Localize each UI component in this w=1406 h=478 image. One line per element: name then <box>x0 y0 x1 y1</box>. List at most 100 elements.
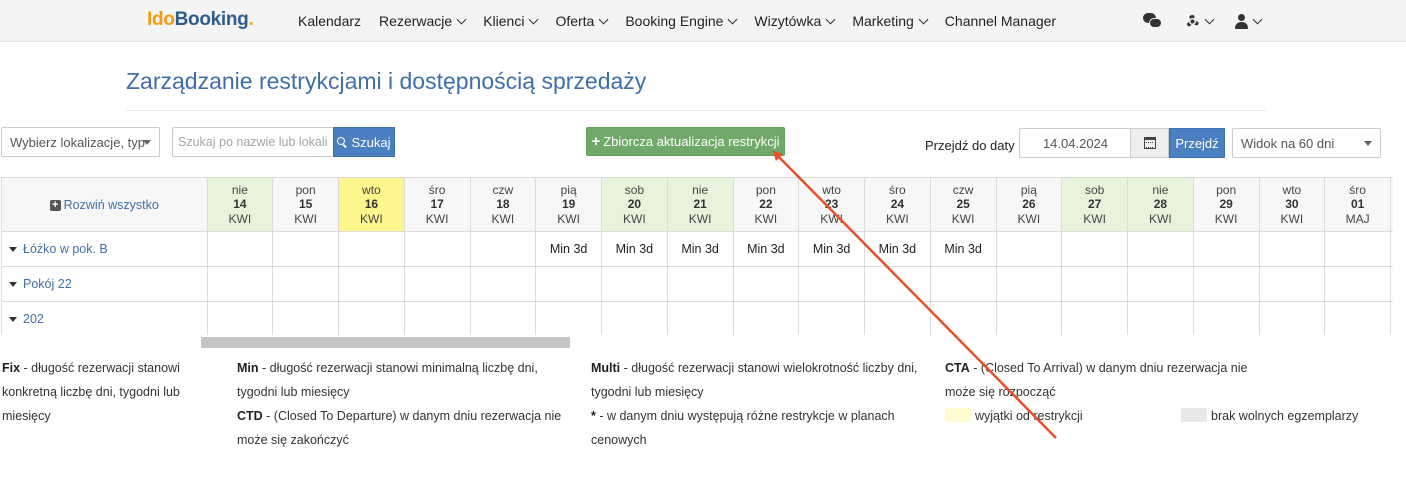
search-input[interactable] <box>172 127 332 157</box>
restriction-cell[interactable] <box>272 266 339 302</box>
restriction-cell[interactable]: Min 3d <box>864 231 931 267</box>
bulk-restriction-update-button[interactable]: + Zbiorcza aktualizacja restrykcji <box>586 127 785 156</box>
restriction-cell[interactable]: Min 3d <box>798 231 865 267</box>
restriction-cell[interactable] <box>338 231 405 267</box>
restriction-cell[interactable] <box>272 301 339 335</box>
expand-all-link[interactable]: + Rozwiń wszystko <box>49 198 159 213</box>
restriction-cell[interactable] <box>403 301 471 335</box>
day-header[interactable]: pon 15 KWI <box>272 177 339 232</box>
restriction-cell[interactable] <box>1061 231 1128 267</box>
restriction-cell[interactable] <box>1390 266 1393 302</box>
restriction-cell[interactable] <box>732 301 800 335</box>
day-header[interactable]: pon 22 KWI <box>732 177 800 232</box>
restriction-cell[interactable]: Min 3d <box>535 231 602 267</box>
day-header[interactable]: czw 18 KWI <box>469 177 537 232</box>
date-input[interactable] <box>1019 128 1131 158</box>
day-header[interactable]: czw 25 KWI <box>929 177 997 232</box>
restriction-cell[interactable] <box>1192 266 1260 302</box>
settings-menu-button[interactable] <box>1185 14 1215 29</box>
restriction-cell[interactable] <box>338 301 405 335</box>
day-header[interactable]: pią 26 KWI <box>995 177 1063 232</box>
restriction-cell[interactable] <box>272 231 339 267</box>
restriction-cell[interactable] <box>206 231 274 267</box>
restriction-cell[interactable] <box>1192 231 1260 267</box>
restriction-cell[interactable] <box>1324 266 1391 302</box>
restriction-cell[interactable] <box>535 301 602 335</box>
day-header[interactable]: nie 28 KWI <box>1127 177 1194 232</box>
restriction-cell[interactable] <box>666 301 734 335</box>
day-header[interactable]: śro 17 KWI <box>403 177 471 232</box>
restriction-cell[interactable] <box>995 231 1063 267</box>
restriction-cell[interactable] <box>864 301 931 335</box>
view-range-select[interactable]: Widok na 60 dni <box>1232 128 1381 158</box>
user-menu-button[interactable] <box>1235 13 1263 29</box>
restriction-cell[interactable] <box>403 231 471 267</box>
nav-item-4[interactable]: Booking Engine <box>625 13 738 29</box>
restriction-cell[interactable] <box>1324 231 1391 267</box>
day-header[interactable]: wto 23 KWI <box>798 177 865 232</box>
room-name-cell[interactable]: 202 <box>1 301 208 335</box>
day-header[interactable]: śro 24 KWI <box>864 177 931 232</box>
restriction-cell[interactable] <box>601 301 668 335</box>
restriction-cell[interactable] <box>995 301 1063 335</box>
restriction-cell[interactable] <box>1390 231 1393 267</box>
restriction-cell[interactable] <box>206 266 274 302</box>
restriction-cell[interactable] <box>995 266 1063 302</box>
day-header[interactable]: sob 20 KWI <box>601 177 668 232</box>
restriction-cell[interactable] <box>206 301 274 335</box>
restriction-cell[interactable] <box>1258 301 1326 335</box>
restriction-cell[interactable] <box>1127 266 1194 302</box>
restriction-cell[interactable] <box>1061 301 1128 335</box>
restriction-cell[interactable] <box>798 266 865 302</box>
day-header[interactable]: czw02MAJ <box>1390 177 1393 232</box>
location-type-select[interactable]: Wybierz lokalizacje, typ <box>1 127 160 157</box>
search-button[interactable]: Szukaj <box>333 127 395 157</box>
restriction-cell[interactable] <box>1192 301 1260 335</box>
restriction-cell[interactable]: Min 3d <box>929 231 997 267</box>
restriction-cell[interactable] <box>601 266 668 302</box>
day-header[interactable]: sob 27 KWI <box>1061 177 1128 232</box>
restriction-cell[interactable]: Min 3d <box>601 231 668 267</box>
restriction-cell[interactable] <box>1390 301 1393 335</box>
nav-item-2[interactable]: Klienci <box>483 13 539 29</box>
day-header[interactable]: nie 21 KWI <box>666 177 734 232</box>
nav-item-5[interactable]: Wizytówka <box>754 13 836 29</box>
restriction-cell[interactable] <box>1324 301 1391 335</box>
restriction-cell[interactable] <box>469 266 537 302</box>
restriction-cell[interactable] <box>338 266 405 302</box>
nav-item-7[interactable]: Channel Manager <box>945 13 1056 29</box>
day-header[interactable]: wto 30 KWI <box>1258 177 1326 232</box>
day-header[interactable]: wto 16 KWI <box>338 177 405 232</box>
restriction-cell[interactable] <box>666 266 734 302</box>
day-header[interactable]: pon 29 KWI <box>1192 177 1260 232</box>
restriction-cell[interactable]: Min 3d <box>732 231 800 267</box>
nav-item-1[interactable]: Rezerwacje <box>379 13 467 29</box>
idobooking-logo[interactable]: IdoBooking. <box>147 9 254 31</box>
day-header[interactable]: pią 19 KWI <box>535 177 602 232</box>
room-name-cell[interactable]: Łóżko w pok. B <box>1 231 208 267</box>
day-header[interactable]: nie 14 KWI <box>206 177 274 232</box>
goto-button[interactable]: Przejdź <box>1169 128 1225 158</box>
horizontal-scrollbar[interactable] <box>201 337 570 348</box>
restriction-cell[interactable] <box>1127 301 1194 335</box>
restriction-cell[interactable] <box>535 266 602 302</box>
restriction-cell[interactable] <box>929 301 997 335</box>
restriction-cell[interactable] <box>469 301 537 335</box>
nav-item-0[interactable]: Kalendarz <box>298 13 361 29</box>
restriction-cell[interactable] <box>1127 231 1194 267</box>
restriction-cell[interactable] <box>469 231 537 267</box>
room-name-cell[interactable]: Pokój 22 <box>1 266 208 302</box>
restriction-cell[interactable] <box>798 301 865 335</box>
messages-button[interactable] <box>1143 13 1163 29</box>
restriction-cell[interactable] <box>403 266 471 302</box>
restriction-cell[interactable] <box>864 266 931 302</box>
day-header[interactable]: śro 01 MAJ <box>1324 177 1391 232</box>
restriction-cell[interactable] <box>1061 266 1128 302</box>
restriction-cell[interactable] <box>732 266 800 302</box>
restriction-cell[interactable] <box>1258 231 1326 267</box>
restriction-cell[interactable] <box>929 266 997 302</box>
restriction-cell[interactable] <box>1258 266 1326 302</box>
nav-item-6[interactable]: Marketing <box>852 13 929 29</box>
nav-item-3[interactable]: Oferta <box>555 13 609 29</box>
restriction-cell[interactable]: Min 3d <box>666 231 734 267</box>
